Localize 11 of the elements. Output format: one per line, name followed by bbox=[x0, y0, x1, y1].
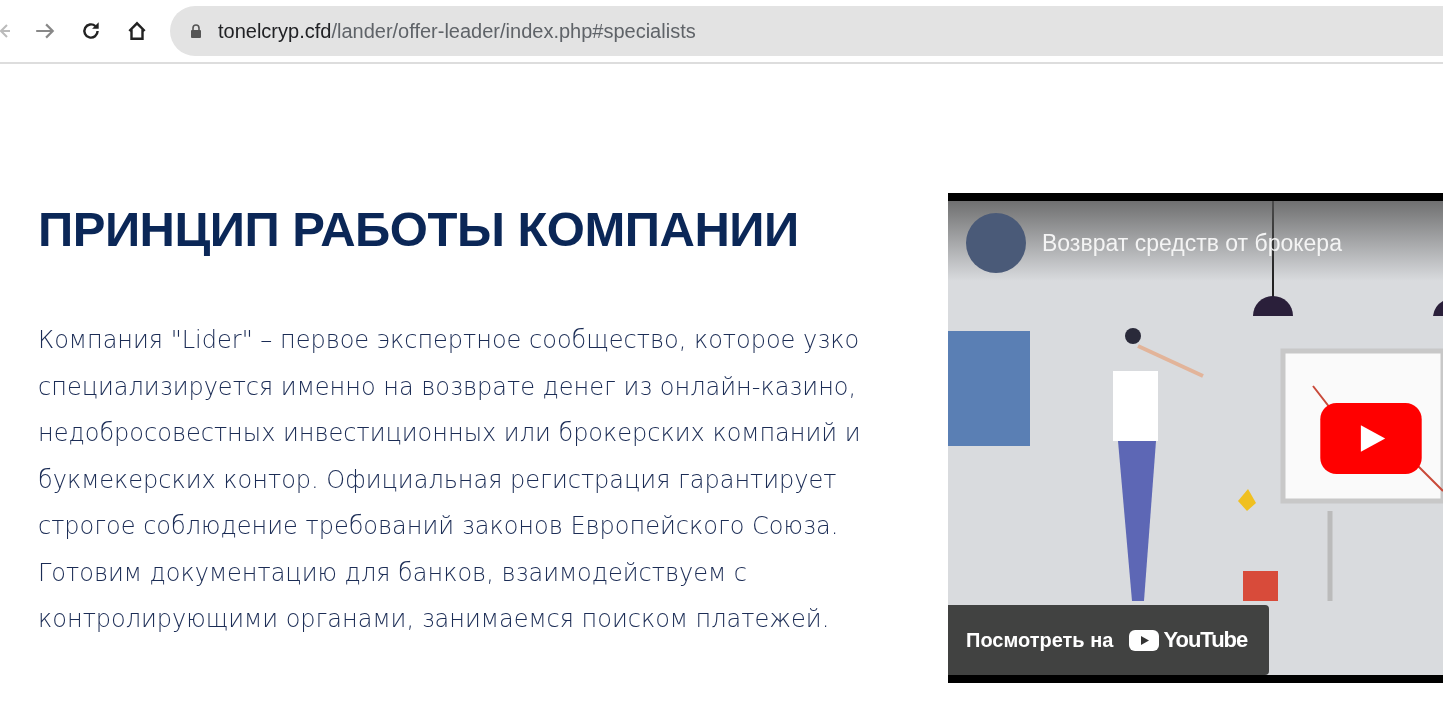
section-paragraph: Компания "Lider" – первое экспертное сообщество, которое узко специализируется именно на возврате денег из онлайн-казино, недобросовестных инвестиционных или брокерских компаний и букмекерских контор. Официальная регистрация гарантирует строгое соблюдение требований законов Европейского Союза. Готовим документацию для банков, взаимодействуем с контролирующими органами, занимаемся поиском платежей. bbox=[38, 325, 862, 635]
play-logo-icon bbox=[1129, 629, 1160, 651]
url-path: /lander/offer-leader/index.php#specialists bbox=[331, 19, 696, 43]
url-host: tonelcryp.cfd bbox=[218, 19, 332, 43]
reload-icon[interactable] bbox=[80, 20, 102, 42]
section-heading: ПРИНЦИП РАБОТЫ КОМПАНИИ bbox=[38, 201, 800, 258]
play-button-icon[interactable] bbox=[1320, 403, 1422, 474]
lock-icon bbox=[190, 24, 202, 38]
watch-on-youtube-button[interactable]: Посмотреть на YouTube bbox=[948, 605, 1270, 675]
address-bar[interactable]: tonelcryp.cfd/lander/offer-leader/index.php#specialists bbox=[170, 6, 1443, 56]
home-icon[interactable] bbox=[126, 20, 148, 42]
